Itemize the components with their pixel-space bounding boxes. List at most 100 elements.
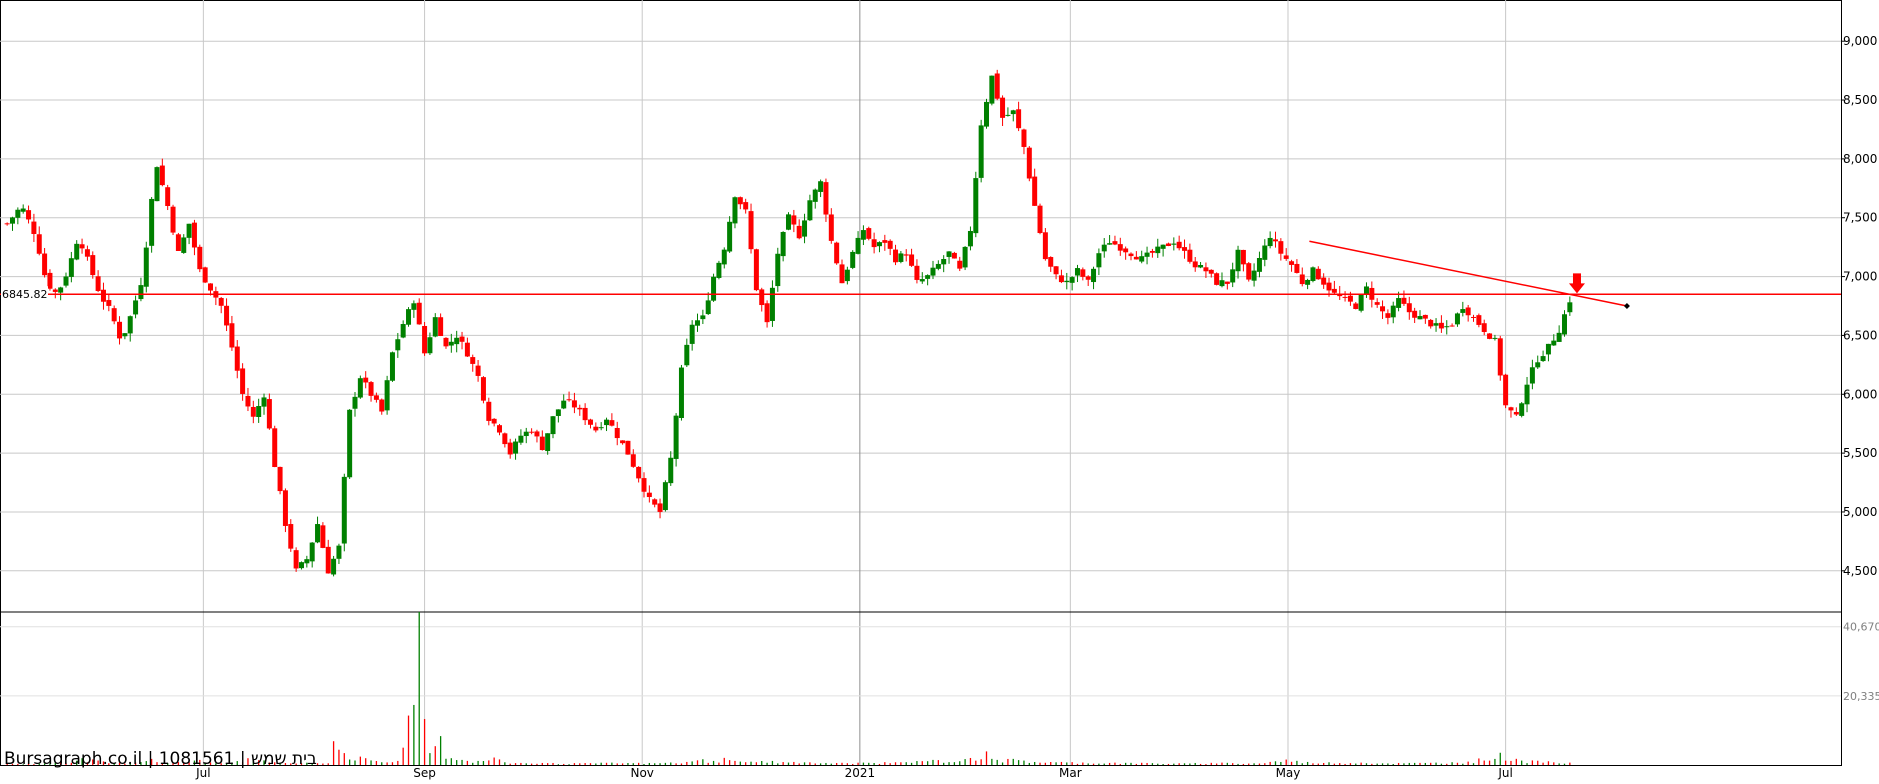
candle-up [1101,244,1107,252]
candle-up [769,287,775,321]
candle-down [539,436,545,451]
candle-up [411,303,417,310]
candle-down [325,546,331,574]
candle-down [1112,241,1118,245]
candle-down [1278,241,1284,254]
candle-down [4,223,10,225]
candle-up [1358,294,1364,311]
candle-down [1037,205,1043,234]
candle-up [1198,264,1204,268]
candle-up [1492,337,1498,339]
candle-down [1272,239,1278,242]
candle-up [780,232,786,257]
candle-down [753,249,759,291]
candle-up [555,409,561,416]
candle-down [1406,303,1412,313]
candle-up [876,242,882,247]
candle-up [395,339,401,351]
candle-up [785,214,791,230]
stock-chart-svg: 4,500 5,000 5,500 6,000 6,500 7,000 7,500 8,000… [0,0,1879,780]
candle-down [1380,306,1386,312]
candle-down [1240,249,1246,265]
candle-down [866,228,872,239]
candle-down [834,242,840,264]
candle-down [288,524,294,549]
candle-down [36,234,42,254]
candle-up [1561,314,1567,335]
candle-down [31,221,37,234]
candle-down [1401,297,1407,304]
candle-up [1454,313,1460,325]
candle-down [1000,97,1006,118]
candle-up [1551,340,1557,346]
price-tick-label: 5,500 [1843,446,1877,460]
candle-down [957,260,963,269]
candle-down [1123,248,1129,253]
candle-down [1026,147,1032,179]
candle-down [1149,250,1155,253]
candle-up [1396,298,1402,308]
candle-down [625,440,631,455]
candle-up [973,178,979,234]
candle-down [1176,241,1182,249]
candle-down [1299,274,1305,285]
candle-down [1331,288,1337,293]
candle-up [400,324,406,338]
candle-up [1567,302,1573,313]
candle-down [791,215,797,225]
candle-up [1069,277,1075,283]
candle-down [737,197,743,205]
candle-down [277,466,283,492]
candle-down [1497,338,1503,376]
candle-up [1107,243,1113,245]
candle-down [363,377,369,383]
candle-up [1219,280,1225,287]
candle-down [828,214,834,241]
candle-up [9,217,15,224]
candle-up [1171,243,1177,245]
candle-up [684,344,690,366]
candle-up [1251,270,1257,281]
candle-up [807,200,813,221]
candle-down [582,407,588,421]
candle-down [84,249,90,257]
candle-up [384,380,390,411]
candle-down [480,377,486,401]
candle-down [496,425,502,433]
chart-watermark: Bursagraph.co.il | 1081561 | בית שמש [4,749,317,769]
candle-down [47,272,53,289]
candle-up [935,263,941,269]
candle-up [1519,403,1525,416]
candle-down [646,492,652,498]
candle-up [711,276,717,301]
candle-down [224,305,230,326]
candle-down [893,249,899,263]
candle-down [1283,255,1289,259]
candle-up [448,341,454,346]
candle-down [197,246,203,270]
candle-up [1005,114,1011,116]
candle-up [1444,326,1450,328]
candle-down [1048,257,1054,267]
candle-down [443,337,449,347]
candle-down [486,401,492,421]
candle-up [1545,343,1551,355]
candle-down [1032,176,1038,206]
candle-up [304,559,310,564]
candle-up [1096,253,1102,268]
candle-down [839,264,845,284]
candle-up [149,198,155,246]
candle-down [1016,109,1022,129]
candle-up [705,300,711,315]
candle-down [90,255,96,276]
candle-up [673,415,679,459]
candle-up [1262,245,1268,260]
candle-up [1256,258,1262,272]
candle-up [1074,268,1080,276]
candle-up [1363,286,1369,294]
candle-up [336,545,342,559]
candle-down [379,399,385,412]
price-tick-label: 8,500 [1843,93,1877,107]
candle-up [1529,367,1535,384]
candle-up [406,309,412,325]
